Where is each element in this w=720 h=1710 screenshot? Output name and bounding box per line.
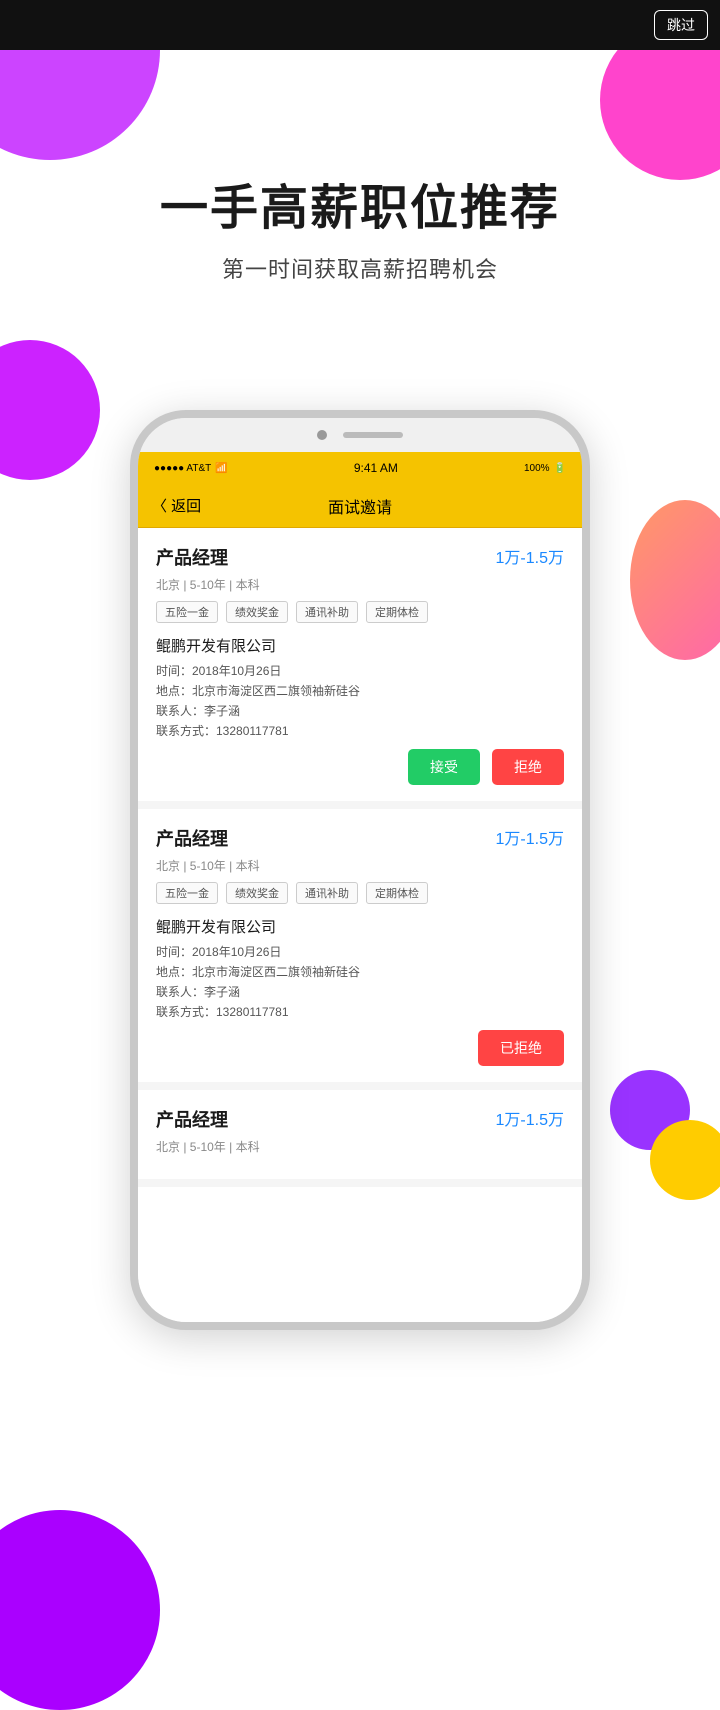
battery-icon: 🔋 xyxy=(554,463,566,474)
accept-button-1[interactable]: 接受 xyxy=(408,749,480,785)
status-bar: ●●●●● AT&T 📶 9:41 AM 100% 🔋 xyxy=(138,452,582,484)
tag-2-1: 五险一金 xyxy=(156,882,218,904)
phone-speaker xyxy=(343,432,403,438)
top-bar: 跳过 xyxy=(0,0,720,50)
status-time: 9:41 AM xyxy=(354,461,398,475)
skip-button[interactable]: 跳过 xyxy=(654,10,708,40)
headline-section: 一手高薪职位推荐 第一时间获取高薪招聘机会 xyxy=(0,50,720,284)
nav-title: 面试邀请 xyxy=(328,494,392,518)
company-name-2: 鲲鹏开发有限公司 xyxy=(156,916,564,937)
back-label: 〈 返回 xyxy=(152,495,201,516)
mute-button xyxy=(130,518,133,548)
job-meta-2: 北京 | 5-10年 | 本科 xyxy=(156,857,564,874)
job-tags-1: 五险一金 绩效奖金 通讯补助 定期体检 xyxy=(156,601,564,623)
decorative-blob-mid-left xyxy=(0,340,100,480)
front-camera xyxy=(317,430,327,440)
card-2-actions: 已拒绝 xyxy=(156,1030,564,1066)
job-card-1: 产品经理 1万-1.5万 北京 | 5-10年 | 本科 五险一金 绩效奖金 通… xyxy=(138,528,582,809)
tag-2-4: 定期体检 xyxy=(366,882,428,904)
tag-1-1: 五险一金 xyxy=(156,601,218,623)
job-salary-2: 1万-1.5万 xyxy=(496,825,564,849)
job-title-1: 产品经理 xyxy=(156,544,228,570)
power-button xyxy=(587,538,590,588)
job-title-2: 产品经理 xyxy=(156,825,228,851)
job-card-1-header: 产品经理 1万-1.5万 xyxy=(156,544,564,570)
decorative-blob-lower-right-purple xyxy=(610,1070,690,1150)
reject-button-1[interactable]: 拒绝 xyxy=(492,749,564,785)
company-contact-2: 联系人：李子涵 xyxy=(156,983,564,1000)
company-time-2: 时间：2018年10月26日 xyxy=(156,943,564,960)
job-card-2: 产品经理 1万-1.5万 北京 | 5-10年 | 本科 五险一金 绩效奖金 通… xyxy=(138,809,582,1090)
decorative-blob-lower-right-yellow xyxy=(650,1120,720,1200)
job-salary-3: 1万-1.5万 xyxy=(496,1106,564,1130)
tag-2-3: 通讯补助 xyxy=(296,882,358,904)
phone-frame: ●●●●● AT&T 📶 9:41 AM 100% 🔋 〈 返回 面试邀请 产品… xyxy=(130,410,590,1330)
company-time-1: 时间：2018年10月26日 xyxy=(156,662,564,679)
tag-2-2: 绩效奖金 xyxy=(226,882,288,904)
rejected-button-2[interactable]: 已拒绝 xyxy=(478,1030,564,1066)
headline-subtitle: 第一时间获取高薪招聘机会 xyxy=(0,252,720,284)
job-title-3: 产品经理 xyxy=(156,1106,228,1132)
status-battery: 100% 🔋 xyxy=(524,463,566,474)
wifi-icon: 📶 xyxy=(215,463,227,474)
job-card-3-header: 产品经理 1万-1.5万 xyxy=(156,1106,564,1132)
job-meta-3: 北京 | 5-10年 | 本科 xyxy=(156,1138,564,1155)
company-location-1: 地点：北京市海淀区西二旗领袖新硅谷 xyxy=(156,682,564,699)
card-1-actions: 接受 拒绝 xyxy=(156,749,564,785)
battery-text: 100% xyxy=(524,463,550,474)
job-tags-2: 五险一金 绩效奖金 通讯补助 定期体检 xyxy=(156,882,564,904)
nav-bar: 〈 返回 面试邀请 xyxy=(138,484,582,528)
tag-1-4: 定期体检 xyxy=(366,601,428,623)
phone-notch xyxy=(138,418,582,452)
company-contact-1: 联系人：李子涵 xyxy=(156,702,564,719)
volume-down-button xyxy=(130,628,133,678)
job-salary-1: 1万-1.5万 xyxy=(496,544,564,568)
tag-1-3: 通讯补助 xyxy=(296,601,358,623)
phone-content: 产品经理 1万-1.5万 北京 | 5-10年 | 本科 五险一金 绩效奖金 通… xyxy=(138,528,582,1322)
company-name-1: 鲲鹏开发有限公司 xyxy=(156,635,564,656)
decorative-blob-mid-right xyxy=(630,500,720,660)
nav-back-button[interactable]: 〈 返回 xyxy=(152,495,201,516)
tag-1-2: 绩效奖金 xyxy=(226,601,288,623)
company-location-2: 地点：北京市海淀区西二旗领袖新硅谷 xyxy=(156,963,564,980)
phone-mockup: ●●●●● AT&T 📶 9:41 AM 100% 🔋 〈 返回 面试邀请 产品… xyxy=(130,410,590,1590)
company-phone-1: 联系方式：13280117781 xyxy=(156,722,564,739)
job-card-2-header: 产品经理 1万-1.5万 xyxy=(156,825,564,851)
volume-up-button xyxy=(130,563,133,613)
headline-title: 一手高薪职位推荐 xyxy=(0,180,720,238)
carrier-text: ●●●●● AT&T xyxy=(154,463,211,474)
status-carrier: ●●●●● AT&T 📶 xyxy=(154,463,228,474)
job-meta-1: 北京 | 5-10年 | 本科 xyxy=(156,576,564,593)
job-card-3: 产品经理 1万-1.5万 北京 | 5-10年 | 本科 xyxy=(138,1090,582,1187)
company-phone-2: 联系方式：13280117781 xyxy=(156,1003,564,1020)
